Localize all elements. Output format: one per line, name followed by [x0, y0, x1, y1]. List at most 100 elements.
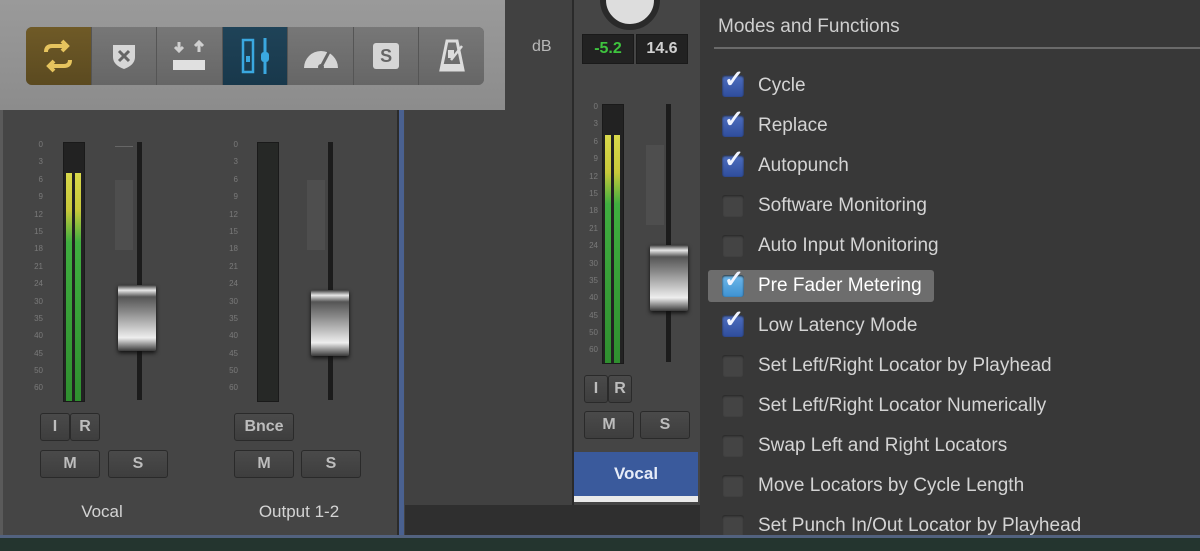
panel-title: Modes and Functions — [718, 16, 900, 37]
option-pre-fader-metering[interactable]: ✓ Pre Fader Metering — [708, 268, 934, 302]
mute-button[interactable]: M — [40, 450, 100, 478]
solo-s-icon: S — [373, 43, 400, 69]
meter-scale-tick: 30 — [589, 258, 598, 268]
solo-button[interactable]: S — [640, 411, 690, 439]
checkbox-unchecked[interactable] — [722, 475, 744, 497]
meter-scale-tick: 9 — [233, 192, 238, 202]
meter-scale-tick: 40 — [34, 331, 43, 341]
meter-scale-tick: 45 — [34, 348, 43, 358]
checkbox-checked[interactable]: ✓ — [722, 108, 744, 137]
mute-label: M — [257, 455, 271, 472]
solo-button[interactable]: S — [108, 450, 168, 478]
volume-fader-handle[interactable] — [650, 245, 688, 311]
checkbox-unchecked[interactable] — [722, 395, 744, 417]
input-monitor-button[interactable]: I — [40, 413, 70, 441]
meter-scale-tick: 3 — [38, 157, 43, 167]
solo-mode-button[interactable]: S — [353, 27, 420, 85]
autopunch-arrows-icon — [173, 39, 206, 70]
input-monitor-button[interactable]: I — [584, 375, 608, 403]
option-auto-input-monitoring[interactable]: Auto Input Monitoring — [708, 230, 951, 262]
volume-readout[interactable]: -5.2 — [582, 34, 634, 64]
solo-label: S — [325, 455, 337, 472]
checkbox-unchecked[interactable] — [722, 355, 744, 377]
volume-fader-track[interactable] — [666, 104, 671, 362]
meter-scale-tick: 15 — [229, 226, 238, 236]
checkmark-icon: ✓ — [724, 306, 745, 333]
option-cycle[interactable]: ✓ Cycle — [708, 68, 818, 102]
option-move-locators-by-cycle-length[interactable]: Move Locators by Cycle Length — [708, 470, 1036, 502]
option-label: Pre Fader Metering — [758, 275, 922, 296]
meter-scale-tick: 40 — [589, 293, 598, 303]
meter-scale-tick: 60 — [229, 383, 238, 393]
meter-scale-tick: 24 — [229, 279, 238, 289]
cycle-button[interactable] — [26, 27, 92, 85]
low-latency-button[interactable] — [222, 27, 289, 85]
option-low-latency-mode[interactable]: ✓ Low Latency Mode — [708, 308, 930, 342]
volume-fader-handle[interactable] — [311, 290, 349, 356]
meter-scale-tick: 21 — [34, 261, 43, 271]
modes-and-functions-panel: Modes and Functions ✓ Cycle ✓ Replace ✓ Autop… — [700, 0, 1200, 537]
bounce-button[interactable]: Bnce — [234, 413, 294, 441]
strip-name[interactable]: Output 1-2 — [201, 502, 397, 522]
replace-button[interactable] — [91, 27, 158, 85]
peak-readout[interactable]: 14.6 — [636, 34, 688, 64]
fader-tick — [115, 146, 133, 147]
input-label: I — [52, 418, 58, 435]
option-replace[interactable]: ✓ Replace — [708, 108, 840, 142]
option-label: Autopunch — [758, 155, 849, 176]
meter-scale-tick: 12 — [229, 209, 238, 219]
checkbox-checked[interactable]: ✓ — [722, 268, 744, 297]
meter-scale-tick: 35 — [589, 275, 598, 285]
bounce-label: Bnce — [244, 418, 284, 435]
mute-button[interactable]: M — [234, 450, 294, 478]
input-label: I — [593, 380, 599, 397]
strip-name-selected[interactable]: Vocal — [574, 452, 698, 496]
checkbox-unchecked[interactable] — [722, 195, 744, 217]
meter-scale-tick: 6 — [233, 174, 238, 184]
cycle-arrows-icon — [44, 39, 73, 73]
volume-fader-track[interactable] — [137, 142, 142, 400]
option-autopunch[interactable]: ✓ Autopunch — [708, 148, 861, 182]
meter-scale-tick: 6 — [38, 174, 43, 184]
level-meter — [257, 142, 279, 402]
meter-scale-tick: 35 — [34, 313, 43, 323]
option-label: Set Punch In/Out Locator by Playhead — [758, 515, 1082, 536]
meter-scale-tick: 3 — [233, 157, 238, 167]
option-label: Auto Input Monitoring — [758, 235, 939, 256]
performance-meter-button[interactable] — [288, 27, 354, 85]
meter-bar-right — [75, 173, 81, 401]
meter-scale-tick: 9 — [593, 154, 598, 164]
meter-scale-tick: 50 — [229, 366, 238, 376]
checkbox-checked[interactable]: ✓ — [722, 68, 744, 97]
strip-name[interactable]: Vocal — [3, 502, 201, 522]
solo-label: S — [132, 455, 144, 472]
channel-strip-output: 0 3 6 9 12 15 18 21 24 30 35 40 45 50 60 Bnce M S Outp… — [201, 110, 399, 535]
option-label: Cycle — [758, 75, 806, 96]
meter-scale-tick: 40 — [229, 331, 238, 341]
volume-fader-track[interactable] — [328, 142, 333, 400]
option-swap-left-and-right-locators[interactable]: Swap Left and Right Locators — [708, 430, 1019, 462]
checkbox-unchecked[interactable] — [722, 235, 744, 257]
record-enable-button[interactable]: R — [70, 413, 100, 441]
option-set-left-right-locator-by-playhead[interactable]: Set Left/Right Locator by Playhead — [708, 350, 1064, 382]
metronome-button[interactable] — [419, 27, 484, 85]
peak-indicator — [605, 135, 611, 138]
fader-scale — [115, 180, 133, 250]
option-software-monitoring[interactable]: Software Monitoring — [708, 190, 939, 222]
checkbox-unchecked[interactable] — [722, 435, 744, 457]
mute-button[interactable]: M — [584, 411, 634, 439]
checkbox-unchecked[interactable] — [722, 515, 744, 537]
volume-fader-handle[interactable] — [118, 285, 156, 351]
bottom-border — [0, 535, 1200, 551]
meter-scale-tick: 12 — [34, 209, 43, 219]
fader-scale — [646, 145, 664, 225]
record-enable-button[interactable]: R — [608, 375, 632, 403]
meter-scale-tick: 12 — [589, 171, 598, 181]
checkbox-checked[interactable]: ✓ — [722, 308, 744, 337]
meter-scale-tick: 18 — [589, 206, 598, 216]
option-set-left-right-locator-numerically[interactable]: Set Left/Right Locator Numerically — [708, 390, 1058, 422]
checkbox-checked[interactable]: ✓ — [722, 148, 744, 177]
autopunch-button[interactable] — [157, 27, 223, 85]
fader-scale — [307, 180, 325, 250]
solo-button[interactable]: S — [301, 450, 361, 478]
